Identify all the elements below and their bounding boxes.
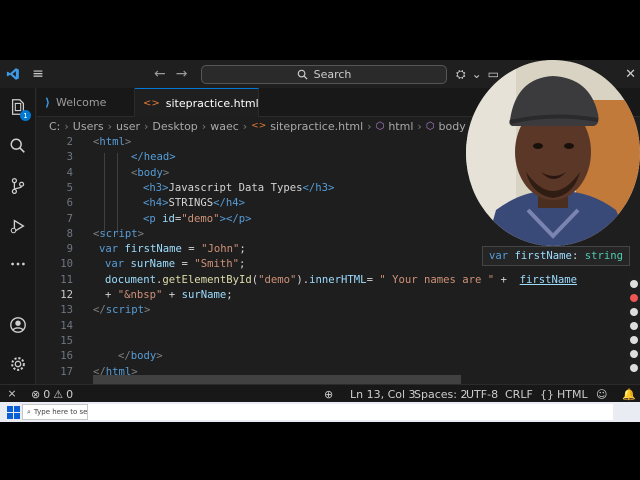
gear-icon[interactable] <box>630 364 638 372</box>
command-center-search[interactable]: Search <box>201 65 447 84</box>
element-tag-icon: ⬡ <box>425 120 435 132</box>
code-line: 17 </html> <box>60 365 138 376</box>
remote-icon[interactable]: ⨯ <box>0 385 24 403</box>
search-icon: ⌕ <box>27 407 31 416</box>
mic-icon[interactable] <box>630 308 638 316</box>
status-bar: ⨯ ⊗ 0 ⚠ 0 ⊕ Ln 13, Col 3 Spaces: 2 UTF-8 C… <box>0 384 640 402</box>
windows-taskbar: ⌕ Type here to se <box>0 402 640 422</box>
horizontal-scrollbar[interactable] <box>93 375 461 384</box>
error-icon: ⊗ <box>31 387 41 401</box>
end-of-line[interactable]: CRLF <box>505 385 533 403</box>
settings-gear-icon[interactable] <box>8 354 28 374</box>
presenter-image <box>466 60 640 246</box>
copilot-status-icon[interactable]: ☺ <box>596 385 607 403</box>
code-line: 11 document.getElementById("demo").innerH… <box>60 273 578 286</box>
chevron-down-icon[interactable]: ⌄ <box>472 67 482 81</box>
camera-icon[interactable] <box>630 280 638 288</box>
zoom-status-icon[interactable]: ⊕ <box>324 385 333 403</box>
code-line: 15 <box>60 334 73 347</box>
encoding[interactable]: UTF-8 <box>466 385 498 403</box>
more-icon[interactable] <box>8 254 28 274</box>
braces-icon: {} <box>540 387 554 401</box>
html-file-icon: <> <box>251 121 267 131</box>
vscode-tab-icon: ⟩ <box>45 96 51 109</box>
forward-arrow-icon[interactable]: → <box>176 66 188 82</box>
element-tag-icon: ⬡ <box>375 120 385 132</box>
side-toolbar <box>627 274 640 379</box>
tab-label: Welcome <box>56 96 107 109</box>
windows-start-icon[interactable] <box>5 404 21 420</box>
code-line: 16 </body> <box>60 350 163 363</box>
vscode-logo-icon <box>0 60 26 88</box>
source-control-icon[interactable] <box>8 176 28 196</box>
tab-sitepractice[interactable]: <> sitepractice.html <box>135 88 259 117</box>
breadcrumb-item[interactable]: user <box>116 120 140 133</box>
back-arrow-icon[interactable]: ← <box>154 66 166 82</box>
indentation[interactable]: Spaces: 2 <box>414 385 467 403</box>
explorer-badge: 1 <box>20 110 31 121</box>
layout-icon[interactable]: ▭ <box>488 67 499 81</box>
breadcrumb-item[interactable]: Desktop <box>152 120 197 133</box>
breadcrumb-item[interactable]: Users <box>73 120 104 133</box>
breadcrumb-item[interactable]: body <box>439 120 466 133</box>
search-icon <box>297 69 308 80</box>
pen-icon[interactable] <box>630 350 638 358</box>
breadcrumb-item[interactable]: waec <box>210 120 239 133</box>
copilot-icon[interactable]: ⛭ <box>456 67 466 82</box>
breadcrumb-item[interactable]: html <box>388 120 413 133</box>
code-line: 14 <box>60 319 73 332</box>
taskbar-area <box>88 404 613 420</box>
warning-icon: ⚠ <box>53 387 64 401</box>
search-label: Search <box>313 68 352 81</box>
code-line: 13 </script> <box>60 304 151 317</box>
breadcrumb-item[interactable]: sitepractice.html <box>270 120 363 133</box>
run-debug-icon[interactable] <box>8 216 28 236</box>
code-line: 12 + "&nbsp" + surName; <box>60 289 233 301</box>
search-icon[interactable] <box>8 136 28 156</box>
tab-welcome[interactable]: ⟩ Welcome <box>37 88 135 117</box>
record-icon[interactable] <box>630 294 638 302</box>
account-icon[interactable] <box>8 315 28 335</box>
titlebar-actions: ⛭ ⌄ ▭ <box>456 60 499 88</box>
zoom-icon[interactable] <box>630 336 638 344</box>
problems-indicator[interactable]: ⊗ 0 ⚠ 0 <box>31 385 73 403</box>
taskbar-search-input[interactable]: ⌕ Type here to se <box>22 404 88 420</box>
language-mode[interactable]: {} HTML <box>540 385 588 403</box>
cursor-position[interactable]: Ln 13, Col 3 <box>350 385 416 403</box>
menu-icon[interactable]: ≡ <box>26 60 50 88</box>
close-window-icon[interactable]: ✕ <box>625 60 636 88</box>
notifications-bell-icon[interactable]: 🔔 <box>622 385 636 403</box>
activity-bar: 1 <box>0 88 36 384</box>
hover-tooltip: var firstName: string <box>482 246 630 266</box>
breadcrumb-item[interactable]: C: <box>49 120 60 133</box>
html-file-icon: <> <box>143 97 160 109</box>
audio-icon[interactable] <box>630 322 638 330</box>
tab-label: sitepractice.html <box>165 96 259 110</box>
nav-arrows: ← → <box>154 60 187 88</box>
webcam-overlay <box>466 60 640 246</box>
